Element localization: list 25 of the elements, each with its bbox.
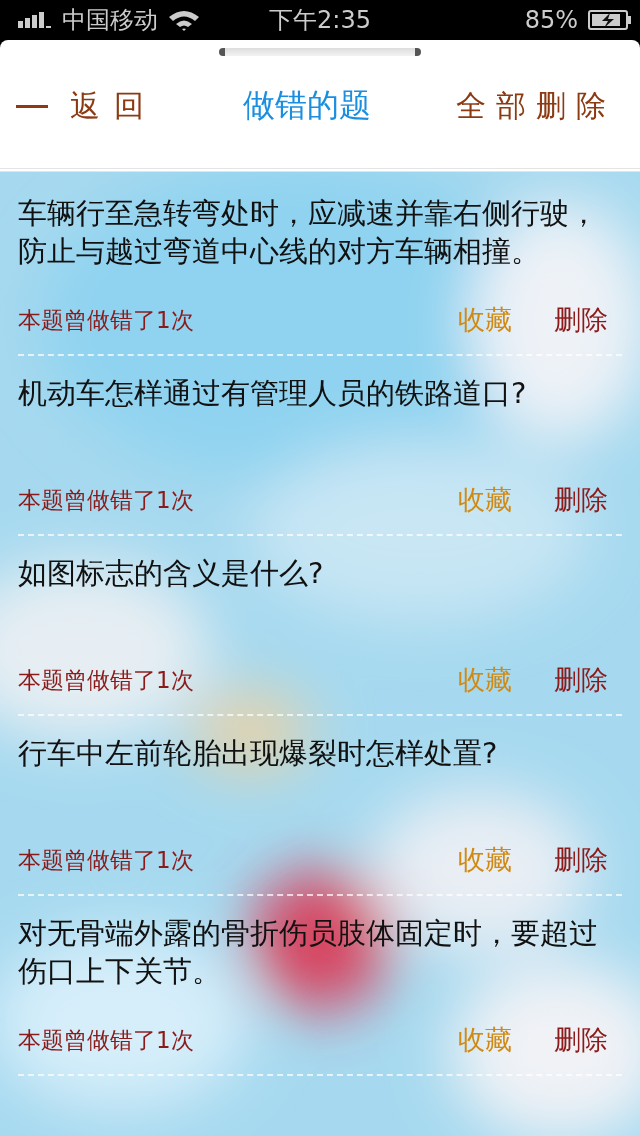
mistake-count: 本题曾做错了1次 xyxy=(18,845,195,875)
signal-icon xyxy=(18,12,52,28)
page-title: 做错的题 xyxy=(243,85,371,126)
status-time: 下午2:35 xyxy=(269,5,371,36)
back-button[interactable]: 返回 xyxy=(16,85,158,127)
delete-button[interactable]: 删除 xyxy=(554,842,608,878)
battery-icon xyxy=(588,10,632,30)
battery-percent: 85% xyxy=(524,6,578,34)
question-text: 行车中左前轮胎出现爆裂时怎样处置? xyxy=(18,735,499,772)
question-text: 车辆行至急转弯处时，应减速并靠右侧行驶，防止与越过弯道中心线的对方车辆相撞。 xyxy=(18,195,599,270)
delete-button[interactable]: 删除 xyxy=(554,1022,608,1058)
mistake-count: 本题曾做错了1次 xyxy=(18,485,195,515)
question-text: 机动车怎样通过有管理人员的铁路道口? xyxy=(18,375,528,412)
carrier-name: 中国移动 xyxy=(62,5,158,36)
wifi-icon xyxy=(168,9,200,31)
question-text: 如图标志的含义是什么? xyxy=(18,555,325,592)
mistake-count: 本题曾做错了1次 xyxy=(18,1025,195,1055)
mistake-count: 本题曾做错了1次 xyxy=(18,665,195,695)
delete-all-button[interactable]: 全部删除 xyxy=(456,85,616,127)
back-dash-icon xyxy=(16,104,48,108)
delete-button[interactable]: 删除 xyxy=(554,482,608,518)
delete-button[interactable]: 删除 xyxy=(554,662,608,698)
delete-button[interactable]: 删除 xyxy=(554,302,608,338)
mistake-count: 本题曾做错了1次 xyxy=(18,305,195,335)
question-text: 对无骨端外露的骨折伤员肢体固定时，要超过伤口上下关节。 xyxy=(18,915,599,990)
